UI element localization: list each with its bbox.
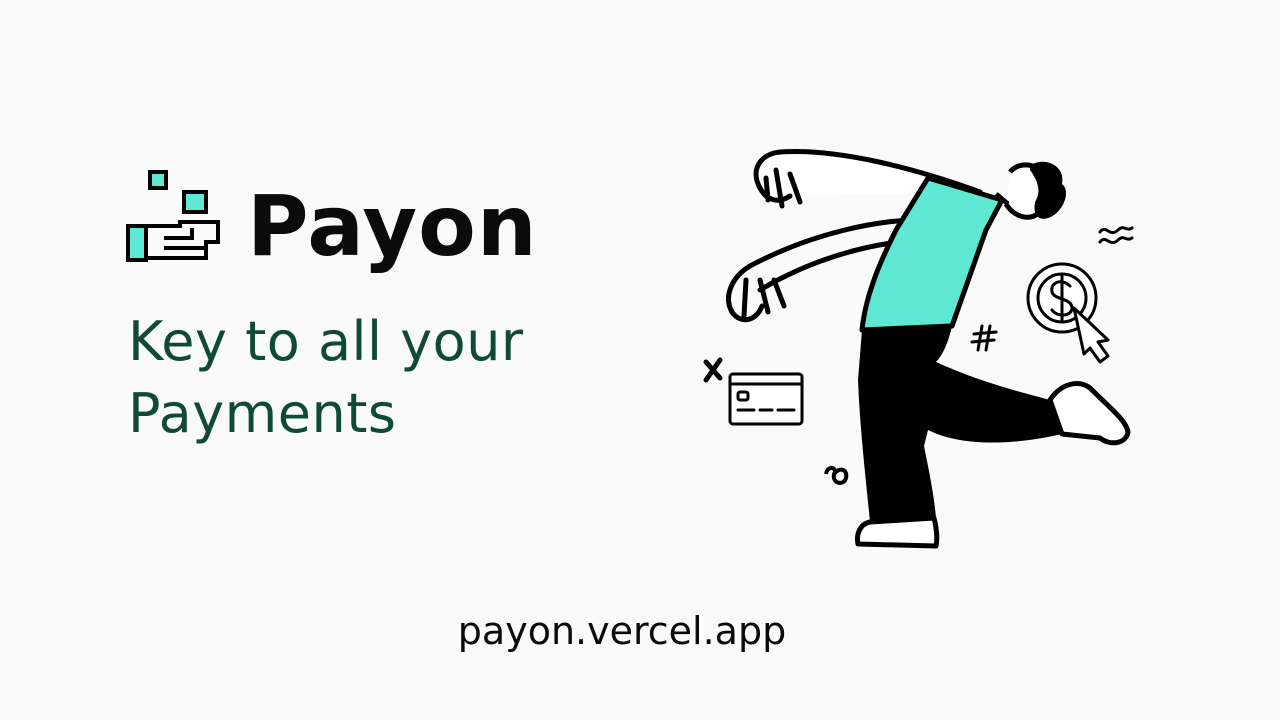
tagline: Key to all your Payments bbox=[128, 306, 524, 450]
brand-name: Payon bbox=[247, 177, 538, 275]
hand-with-coins-pixel-icon bbox=[126, 170, 220, 262]
running-person-illustration bbox=[703, 149, 1134, 549]
site-url[interactable]: payon.vercel.app bbox=[0, 604, 1244, 658]
dollar-coin-cursor-icon bbox=[1026, 262, 1110, 364]
credit-card-icon bbox=[728, 372, 804, 426]
tagline-line-2: Payments bbox=[128, 382, 397, 445]
tagline-line-1: Key to all your bbox=[128, 310, 524, 373]
